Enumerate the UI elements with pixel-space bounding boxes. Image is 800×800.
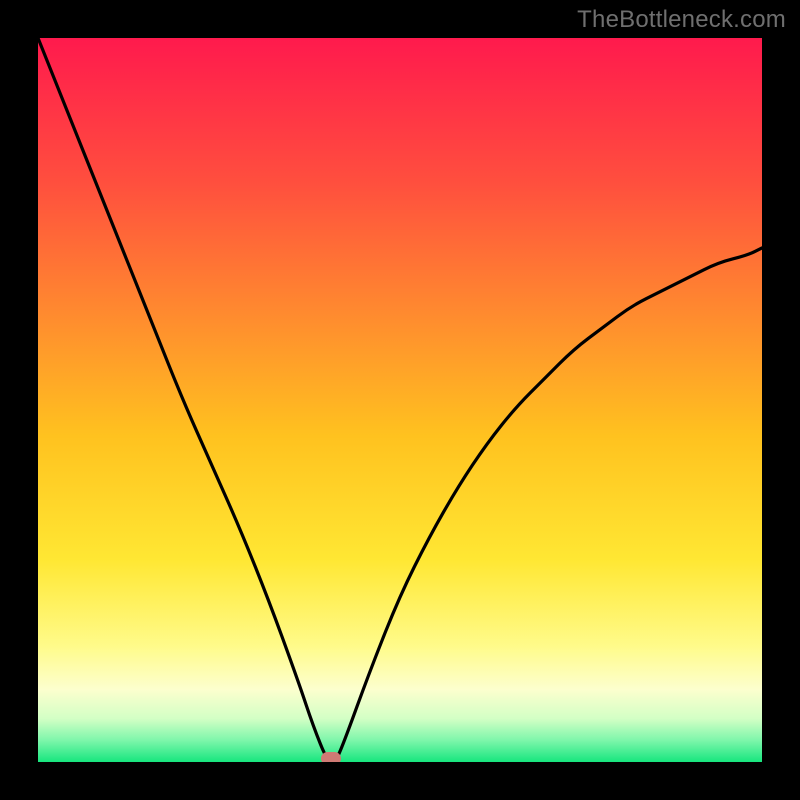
bottleneck-curve: [38, 38, 762, 762]
plot-area: [38, 38, 762, 762]
chart-frame: TheBottleneck.com: [0, 0, 800, 800]
watermark-text: TheBottleneck.com: [577, 6, 786, 34]
optimum-marker: [321, 752, 341, 762]
